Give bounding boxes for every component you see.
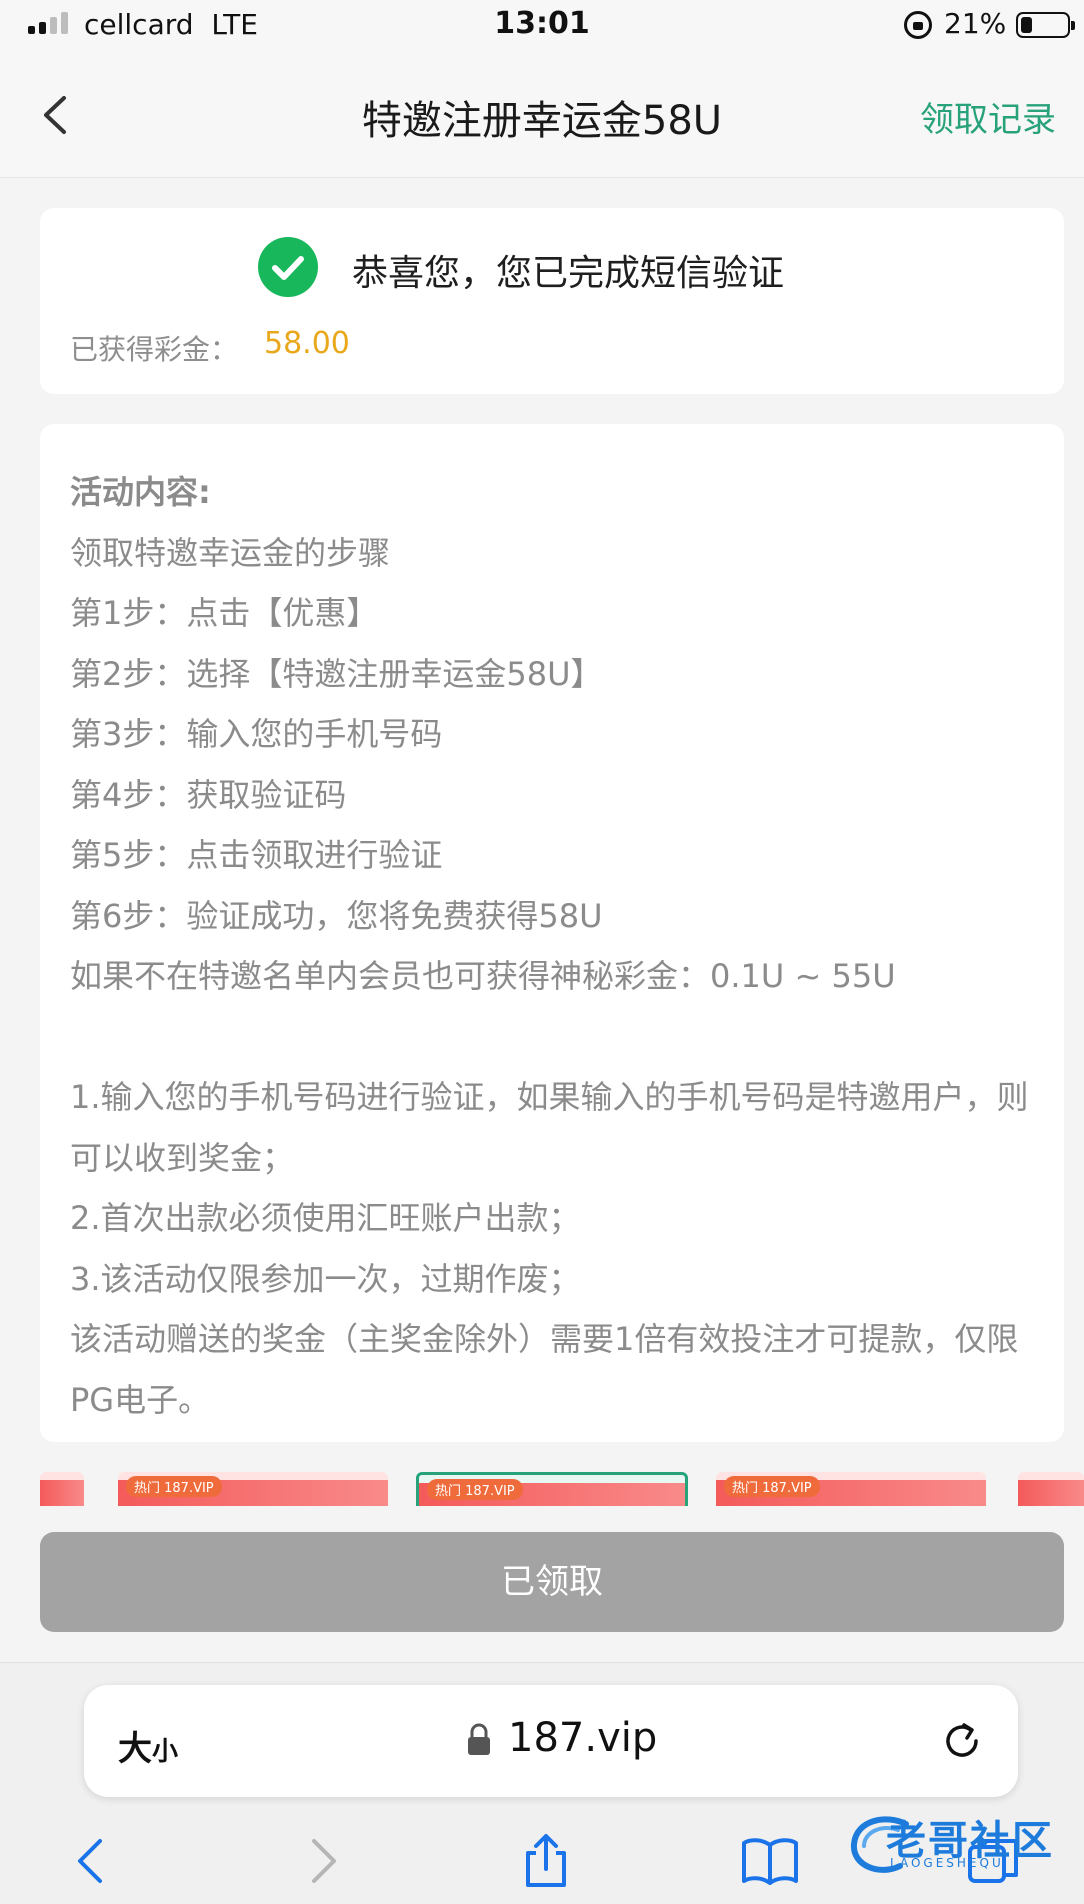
url-text: 187.vip (508, 1715, 658, 1761)
step-line: 第3步：输入您的手机号码 (70, 715, 443, 753)
watermark-logo: 老哥社区 LAOGESHEQU (846, 1806, 1076, 1886)
rule-line: 2.首次出款必须使用汇旺账户出款； (70, 1199, 581, 1237)
promo-banner-strip: 热门 187.VIP 热门 187.VIP 热门 187.VIP (0, 1470, 1084, 1506)
check-circle-icon (258, 237, 318, 297)
activity-info-card: 活动内容: 领取特邀幸运金的步骤 第1步：点击【优惠】 第2步：选择【特邀注册幸… (40, 424, 1064, 1442)
activity-title: 活动内容: (70, 473, 211, 511)
promo-banner-active[interactable]: 热门 187.VIP (416, 1472, 688, 1506)
orientation-lock-icon (904, 11, 932, 39)
status-bar: cellcard LTE 13:01 21% (0, 0, 1084, 50)
nav-header: 特邀注册幸运金58U 领取记录 (0, 50, 1084, 178)
promo-banner[interactable]: 热门 187.VIP (118, 1472, 388, 1506)
reload-icon[interactable] (940, 1719, 984, 1763)
rule-line: 1.输入您的手机号码进行验证，如果输入的手机号码是特邀用户，则可以收到奖金； (70, 1078, 1029, 1177)
claimed-button[interactable]: 已领取 (40, 1532, 1064, 1632)
share-icon[interactable] (516, 1831, 576, 1891)
bottom-action-area: 已领取 (0, 1506, 1084, 1662)
address-bar[interactable]: 大小 187.vip (84, 1685, 1018, 1797)
text-size-button[interactable]: 大小 (118, 1721, 178, 1770)
watermark-subtext: LAOGESHEQU (890, 1856, 1004, 1870)
earned-label: 已获得彩金： (70, 333, 239, 366)
lock-icon (468, 1723, 490, 1755)
step-line: 第5步：点击领取进行验证 (70, 836, 443, 874)
step-line: 第4步：获取验证码 (70, 775, 347, 814)
earned-amount: 58.00 (264, 326, 350, 361)
browser-back-icon[interactable] (62, 1831, 122, 1891)
hot-tag: 热门 187.VIP (427, 1479, 523, 1500)
hot-tag: 热门 187.VIP (724, 1476, 820, 1497)
hot-tag: 热门 187.VIP (126, 1476, 222, 1497)
rule-line: 该活动赠送的奖金（主奖金除外）需要1倍有效投注才可提款，仅限PG电子。 (70, 1320, 1019, 1419)
page: cellcard LTE 13:01 21% 特邀注册幸运金58U 领取记录 恭… (0, 0, 1084, 1904)
step-line: 第6步：验证成功，您将免费获得58U (70, 896, 603, 935)
claim-records-link[interactable]: 领取记录 (920, 92, 1056, 141)
verification-success-card: 恭喜您，您已完成短信验证 已获得彩金： 58.00 (40, 208, 1064, 394)
step-line: 领取特邀幸运金的步骤 (70, 533, 391, 572)
battery-percent: 21% (944, 7, 1007, 40)
bookmarks-icon[interactable] (740, 1831, 800, 1891)
step-line: 如果不在特邀名单内会员也可获得神秘彩金：0.1U ~ 55U (70, 957, 896, 995)
step-line: 第2步：选择【特邀注册幸运金58U】 (70, 654, 603, 693)
promo-banner[interactable] (1018, 1472, 1084, 1506)
promo-banner[interactable] (40, 1472, 84, 1506)
rule-line: 3.该活动仅限参加一次，过期作废； (70, 1259, 581, 1298)
browser-forward-icon[interactable] (292, 1831, 352, 1891)
battery-icon (1016, 12, 1075, 38)
step-line: 第1步：点击【优惠】 (70, 594, 379, 632)
promo-banner[interactable]: 热门 187.VIP (716, 1472, 986, 1506)
activity-content: 活动内容: 领取特邀幸运金的步骤 第1步：点击【优惠】 第2步：选择【特邀注册幸… (70, 462, 1040, 1430)
success-message: 恭喜您，您已完成短信验证 (352, 253, 785, 294)
